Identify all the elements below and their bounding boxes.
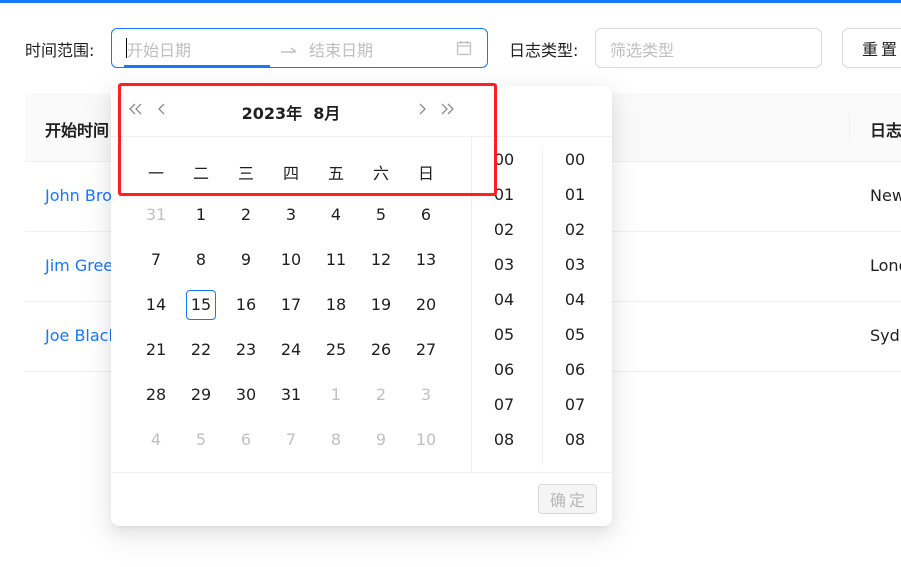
calendar-day[interactable]: 10 <box>271 245 311 275</box>
calendar-day-other-month[interactable]: 8 <box>316 425 356 455</box>
calendar-day[interactable]: 4 <box>316 200 356 230</box>
calendar-day[interactable]: 21 <box>136 335 176 365</box>
minute-option[interactable]: 00 <box>550 150 600 169</box>
ok-button[interactable]: 确定 <box>538 484 597 514</box>
swap-right-icon <box>280 38 298 62</box>
calendar-day[interactable]: 6 <box>406 200 446 230</box>
end-date-input[interactable]: 结束日期 <box>309 37 373 61</box>
calendar-day[interactable]: 25 <box>316 335 356 365</box>
hour-option[interactable]: 04 <box>479 290 529 309</box>
log-type-placeholder: 筛选类型 <box>610 41 675 60</box>
hour-option[interactable]: 08 <box>479 430 529 449</box>
calendar-day[interactable]: 23 <box>226 335 266 365</box>
calendar-day[interactable]: 2 <box>226 200 266 230</box>
calendar-day-other-month[interactable]: 7 <box>271 425 311 455</box>
calendar-day[interactable]: 9 <box>226 245 266 275</box>
calendar-day[interactable]: 17 <box>271 290 311 320</box>
top-accent-bar <box>0 0 901 3</box>
calendar-day[interactable]: 24 <box>271 335 311 365</box>
hour-option[interactable]: 00 <box>479 150 529 169</box>
calendar-day[interactable]: 8 <box>181 245 221 275</box>
weekday-header: 三 <box>237 164 254 183</box>
calendar-day-other-month[interactable]: 2 <box>361 380 401 410</box>
calendar-day-other-month[interactable]: 31 <box>136 200 176 230</box>
calendar-day[interactable]: 5 <box>361 200 401 230</box>
row-city: New <box>870 186 901 205</box>
reset-button[interactable]: 重置 <box>842 28 901 68</box>
weekday-header: 六 <box>372 164 389 183</box>
calendar-day[interactable]: 11 <box>316 245 356 275</box>
calendar-day-other-month[interactable]: 1 <box>316 380 356 410</box>
hour-option[interactable]: 03 <box>479 255 529 274</box>
time-range-label: 时间范围: <box>25 41 95 60</box>
column-header-log[interactable]: 日志 <box>870 117 901 141</box>
calendar-day[interactable]: 18 <box>316 290 356 320</box>
minute-option[interactable]: 06 <box>550 360 600 379</box>
hour-option[interactable]: 07 <box>479 395 529 414</box>
calendar-day[interactable]: 20 <box>406 290 446 320</box>
calendar-day-other-month[interactable]: 6 <box>226 425 266 455</box>
calendar-day[interactable]: 1 <box>181 200 221 230</box>
calendar-day[interactable]: 28 <box>136 380 176 410</box>
log-type-select[interactable]: 筛选类型 <box>595 28 822 68</box>
calendar-day[interactable]: 13 <box>406 245 446 275</box>
calendar-day[interactable]: 12 <box>361 245 401 275</box>
date-range-picker[interactable]: 开始日期 结束日期 <box>111 28 488 68</box>
row-city: Sydn <box>870 326 901 345</box>
weekday-header: 日 <box>417 164 434 183</box>
calendar-day[interactable]: 26 <box>361 335 401 365</box>
column-header-start-time[interactable]: 开始时间 <box>45 117 109 141</box>
start-date-input[interactable]: 开始日期 <box>127 37 191 61</box>
minute-option[interactable]: 02 <box>550 220 600 239</box>
weekday-header: 五 <box>327 164 344 183</box>
active-input-indicator <box>124 65 270 67</box>
row-name-link[interactable]: Jim Gree <box>45 256 113 275</box>
calendar-day-other-month[interactable]: 10 <box>406 425 446 455</box>
weekday-header: 二 <box>192 164 209 183</box>
minute-option[interactable]: 01 <box>550 185 600 204</box>
hour-option[interactable]: 05 <box>479 325 529 344</box>
calendar-day[interactable]: 22 <box>181 335 221 365</box>
calendar-day-other-month[interactable]: 3 <box>406 380 446 410</box>
row-name-link[interactable]: Joe Black <box>45 326 118 345</box>
log-type-label: 日志类型: <box>509 41 579 60</box>
calendar-day[interactable]: 27 <box>406 335 446 365</box>
calendar-day[interactable]: 14 <box>136 290 176 320</box>
weekday-header: 一 <box>147 164 164 183</box>
minute-option[interactable]: 04 <box>550 290 600 309</box>
calendar-icon <box>456 40 472 56</box>
row-name-link[interactable]: John Bro <box>45 186 112 205</box>
minute-option[interactable]: 03 <box>550 255 600 274</box>
minute-option[interactable]: 07 <box>550 395 600 414</box>
calendar-day-other-month[interactable]: 4 <box>136 425 176 455</box>
calendar-day[interactable]: 16 <box>226 290 266 320</box>
minute-option[interactable]: 08 <box>550 430 600 449</box>
calendar-day[interactable]: 7 <box>136 245 176 275</box>
calendar-day[interactable]: 30 <box>226 380 266 410</box>
hour-option[interactable]: 02 <box>479 220 529 239</box>
calendar-day-other-month[interactable]: 9 <box>361 425 401 455</box>
calendar-day[interactable]: 19 <box>361 290 401 320</box>
time-panel-divider <box>471 137 472 472</box>
footer-divider <box>111 472 612 473</box>
calendar-day[interactable]: 29 <box>181 380 221 410</box>
hour-option[interactable]: 06 <box>479 360 529 379</box>
double-right-icon[interactable] <box>436 100 458 122</box>
column-divider <box>849 113 850 141</box>
row-city: Lond <box>870 256 901 275</box>
calendar-day[interactable]: 3 <box>271 200 311 230</box>
calendar-day[interactable]: 31 <box>271 380 311 410</box>
weekday-header: 四 <box>282 164 299 183</box>
hour-option[interactable]: 01 <box>479 185 529 204</box>
time-column-divider <box>542 146 543 466</box>
header-divider <box>111 136 612 137</box>
date-picker-popup: 2023年 8月 一二三四五六日 31 1 2 3 4 5 6 7 8 9 10 11 12 13 14 15… <box>111 86 612 526</box>
calendar-day-other-month[interactable]: 5 <box>181 425 221 455</box>
minute-option[interactable]: 05 <box>550 325 600 344</box>
calendar-day-today[interactable]: 15 <box>181 290 221 320</box>
right-icon[interactable] <box>411 100 433 122</box>
